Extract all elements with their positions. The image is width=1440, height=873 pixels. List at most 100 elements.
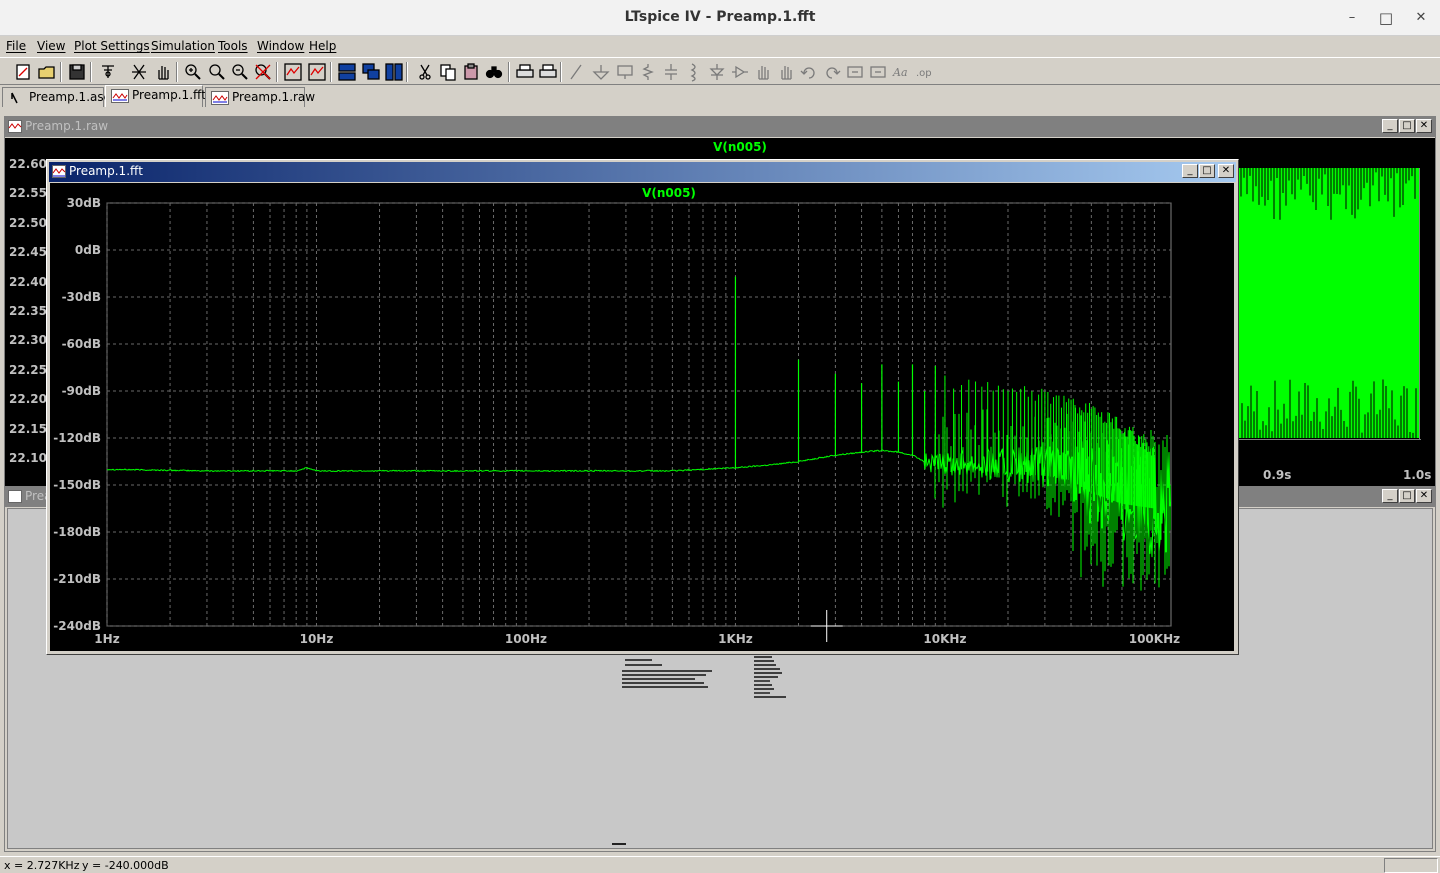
- fft-button[interactable]: [306, 61, 328, 83]
- paste-button[interactable]: [460, 61, 482, 83]
- spice-directive-button[interactable]: .op: [913, 61, 935, 83]
- undo-button[interactable]: [798, 61, 820, 83]
- raw-x-tick: 1.0s: [1403, 468, 1432, 482]
- cascade-icon: [362, 63, 380, 80]
- menu-window[interactable]: Window: [257, 39, 304, 53]
- drag-button[interactable]: [775, 61, 797, 83]
- fft-window[interactable]: Preamp.1.fft _ □ ✕ V(n005) 30dB 0dB -30dB -6…: [46, 159, 1239, 655]
- move-button[interactable]: [752, 61, 774, 83]
- fft-maximize-button[interactable]: □: [1199, 164, 1215, 178]
- tile-horizontal-button[interactable]: [336, 61, 358, 83]
- fft-window-titlebar[interactable]: Preamp.1.fft _ □ ✕: [49, 162, 1236, 182]
- zoom-area-button[interactable]: [206, 61, 228, 83]
- run-button[interactable]: [128, 61, 150, 83]
- rotate-button[interactable]: [844, 61, 866, 83]
- y-tick-label: 0dB: [75, 243, 101, 257]
- x-tick-label: 1KHz: [718, 632, 753, 646]
- diode-button[interactable]: [706, 61, 728, 83]
- menu-view[interactable]: View: [37, 39, 65, 53]
- menu-simulation[interactable]: Simulation: [151, 39, 215, 53]
- ground-icon: [592, 65, 610, 80]
- control-panel-button[interactable]: [98, 61, 120, 83]
- zoom-cancel-button[interactable]: [252, 61, 274, 83]
- maximize-button[interactable]: □: [1377, 9, 1395, 27]
- mirror-button[interactable]: [867, 61, 889, 83]
- save-button[interactable]: [66, 61, 88, 83]
- label-icon: [617, 65, 633, 79]
- move-icon: [758, 66, 769, 80]
- fft-trace-label: V(n005): [642, 186, 696, 200]
- tile-horizontal-icon: [338, 63, 356, 81]
- inductor-icon: [690, 63, 696, 82]
- save-icon: [69, 64, 85, 80]
- raw-minimize-button[interactable]: _: [1382, 119, 1398, 133]
- raw-close-button[interactable]: ✕: [1416, 119, 1432, 133]
- wire-icon: [570, 64, 582, 80]
- copy-icon: [440, 64, 456, 81]
- autorange-button[interactable]: [282, 61, 304, 83]
- ground-button[interactable]: [590, 61, 612, 83]
- tile-vertical-icon: [385, 63, 403, 81]
- redo-button[interactable]: [821, 61, 843, 83]
- print-icon: [539, 64, 557, 78]
- component-button[interactable]: [729, 61, 751, 83]
- schematic-mark: [612, 843, 626, 845]
- raw-x-tick: 0.9s: [1263, 468, 1292, 482]
- fft-icon: [308, 63, 326, 81]
- tile-vertical-button[interactable]: [383, 61, 405, 83]
- redo-icon: [826, 67, 841, 79]
- window-title: LTspice IV - Preamp.1.fft: [624, 9, 816, 25]
- fft-minimize-button[interactable]: _: [1182, 164, 1198, 178]
- raw-trace-label: V(n005): [713, 140, 767, 154]
- schematic-minimize-button[interactable]: _: [1382, 489, 1398, 503]
- open-icon: [38, 66, 55, 79]
- cut-icon: [419, 64, 431, 80]
- capacitor-button[interactable]: [660, 61, 682, 83]
- print-setup-button[interactable]: [514, 61, 536, 83]
- inductor-button[interactable]: [683, 61, 705, 83]
- schematic-maximize-button[interactable]: □: [1399, 489, 1415, 503]
- label-button[interactable]: [614, 61, 636, 83]
- tab-label: Preamp.1.raw: [232, 90, 316, 104]
- schematic-close-button[interactable]: ✕: [1416, 489, 1432, 503]
- raw-maximize-button[interactable]: □: [1399, 119, 1415, 133]
- fft-chart[interactable]: V(n005) 30dB 0dB -30dB -60dB -90dB -120dB -150d…: [50, 183, 1234, 651]
- tab-preamp-raw[interactable]: Preamp.1.raw: [205, 87, 315, 107]
- cut-button[interactable]: [414, 61, 436, 83]
- resistor-button[interactable]: [637, 61, 659, 83]
- tab-preamp-fft[interactable]: Preamp.1.fft: [105, 85, 206, 107]
- fft-close-button[interactable]: ✕: [1218, 164, 1234, 178]
- size-grip[interactable]: [1384, 858, 1438, 873]
- minimize-button[interactable]: –: [1343, 9, 1361, 27]
- pan-button[interactable]: [152, 61, 174, 83]
- tab-label: Preamp.1.asc: [29, 90, 111, 104]
- menu-plot-settings[interactable]: Plot Settings: [74, 39, 150, 53]
- zoom-in-button[interactable]: [182, 61, 204, 83]
- cascade-button[interactable]: [360, 61, 382, 83]
- wire-button[interactable]: [566, 61, 588, 83]
- new-schematic-button[interactable]: [12, 61, 34, 83]
- svg-text:.op: .op: [916, 68, 932, 79]
- tab-label: Preamp.1.fft: [132, 88, 206, 102]
- raw-waveform: [1239, 168, 1421, 440]
- open-button[interactable]: [36, 61, 58, 83]
- print-setup-icon: [516, 64, 534, 78]
- find-button[interactable]: [483, 61, 505, 83]
- zoom-out-icon: [232, 64, 248, 80]
- menu-tools[interactable]: Tools: [218, 39, 248, 53]
- fft-plot-pane[interactable]: V(n005) 30dB 0dB -30dB -60dB -90dB -120dB -150d…: [50, 183, 1234, 651]
- menu-file[interactable]: File: [6, 39, 26, 53]
- close-button[interactable]: ✕: [1412, 9, 1430, 27]
- schematic-icon: [11, 92, 18, 104]
- zoom-out-button[interactable]: [229, 61, 251, 83]
- copy-button[interactable]: [437, 61, 459, 83]
- menu-help[interactable]: Help: [309, 39, 336, 53]
- tab-preamp-asc[interactable]: Preamp.1.asc: [2, 87, 110, 107]
- x-tick-label: 100Hz: [505, 632, 547, 646]
- y-tick-label: -210dB: [53, 572, 101, 586]
- raw-window-titlebar[interactable]: Preamp.1.raw _ □ ✕: [5, 117, 1435, 137]
- schematic-icon: [8, 490, 22, 503]
- print-button[interactable]: [537, 61, 559, 83]
- toolbar-separator: [330, 62, 332, 82]
- text-button[interactable]: Aa: [890, 61, 912, 83]
